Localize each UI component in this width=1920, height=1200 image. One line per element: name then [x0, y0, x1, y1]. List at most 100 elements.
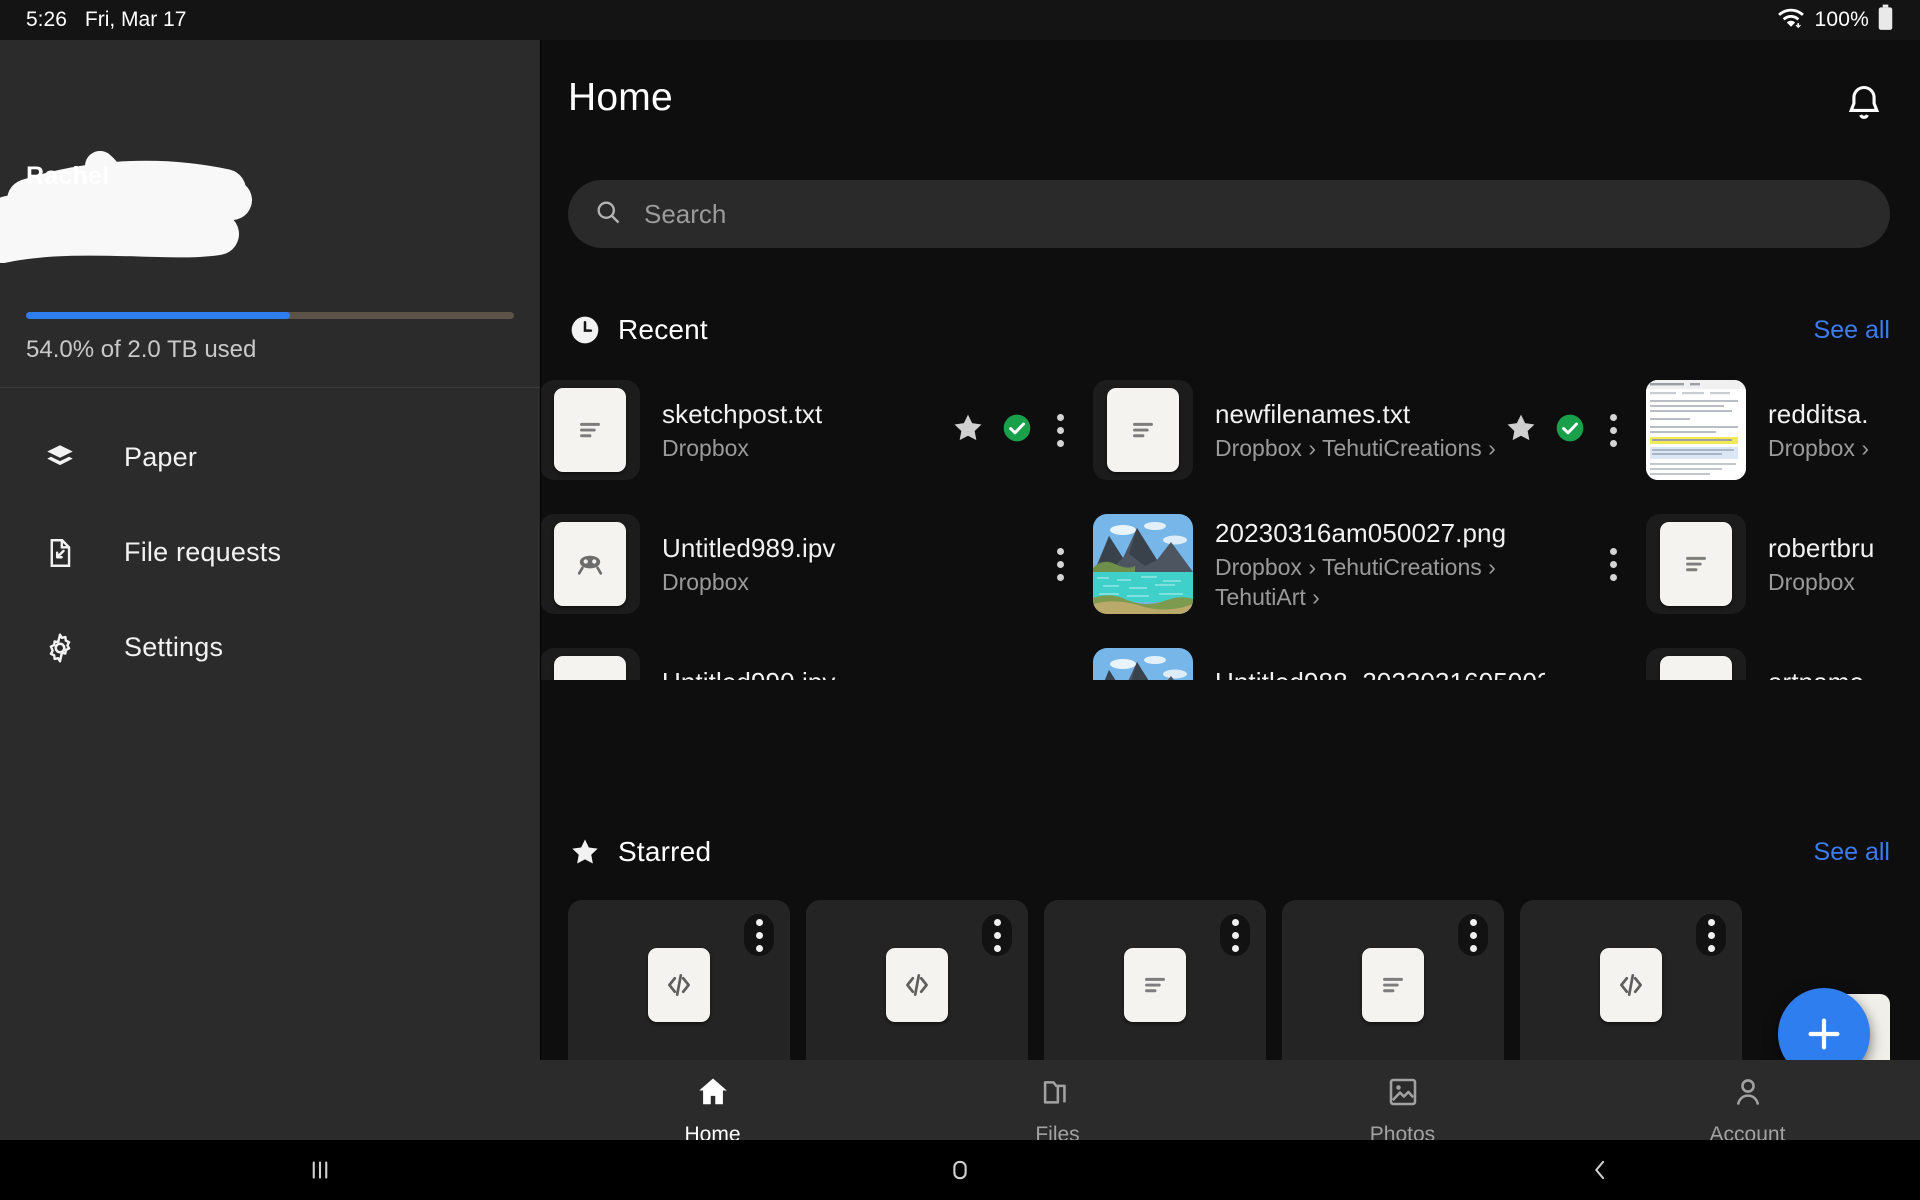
starred-card-thumbnail [806, 948, 1028, 1022]
recent-item-name: sketchpost.txt [662, 398, 823, 429]
recent-file-item[interactable]: newfilenames.txt Dropbox › TehutiCreation… [1093, 380, 1646, 480]
recent-file-item[interactable]: Untitled988_20230316050026.pngDropbox › … [1093, 648, 1646, 680]
drawer-item-label: Settings [124, 632, 224, 662]
landscape-photo [1093, 514, 1193, 614]
bottom-nav-home[interactable]: Home [540, 1074, 885, 1147]
status-date: Fri, Mar 17 [84, 8, 187, 31]
star-badge-icon[interactable] [1504, 411, 1538, 450]
bottom-nav-account[interactable]: Account [1575, 1074, 1920, 1147]
item-overflow-menu[interactable] [1598, 410, 1628, 450]
recent-item-name: Untitled988_20230316050026.png [1215, 666, 1545, 681]
recent-item-texts: sketchpost.txt Dropbox [662, 398, 992, 463]
item-overflow-menu[interactable] [1045, 544, 1075, 584]
bell-icon[interactable] [1842, 82, 1886, 126]
recent-item-name: Untitled989.ipv [662, 532, 836, 563]
starred-cards-strip [540, 900, 1920, 1075]
search-input[interactable]: Search [568, 180, 1890, 248]
recent-item-texts: newfilenames.txt Dropbox › TehutiCreation… [1215, 398, 1545, 463]
bottom-nav-photos[interactable]: Photos [1230, 1074, 1575, 1147]
recent-item-path: Dropbox [1768, 568, 1855, 595]
recent-file-item[interactable]: 20230316am050027.png Dropbox › TehutiCrea… [1093, 514, 1646, 614]
drawer-divider [0, 387, 540, 388]
recent-thumbnail [1646, 514, 1746, 614]
recent-item-texts: redditsa. Dropbox › [1768, 398, 1920, 463]
starred-card-thumbnail [1520, 948, 1742, 1022]
folder-icon [1040, 1074, 1076, 1115]
text-file-icon [1362, 948, 1424, 1022]
unknown-file-icon [554, 522, 626, 606]
text-file-icon [1660, 522, 1732, 606]
storage-progress-bar [26, 312, 514, 319]
text-file-icon [1124, 948, 1186, 1022]
recents-icon[interactable] [0, 1155, 640, 1185]
drawer-profile[interactable]: Rachel 54.0% of 2.0 TB used [0, 40, 540, 363]
recent-item-texts: artnameDropbox › [1768, 666, 1920, 681]
recent-item-path: Dropbox › TehutiCreations › [1215, 434, 1496, 461]
recent-file-item[interactable]: robertbru Dropbox [1646, 514, 1920, 614]
main-header: Home [540, 40, 1920, 158]
starred-card-thumbnail [1044, 948, 1266, 1022]
recent-item-texts: 20230316am050027.png Dropbox › TehutiCrea… [1215, 517, 1545, 612]
drawer-item-file-requests[interactable]: File requests [0, 505, 540, 600]
recent-section-header: Recent See all [568, 308, 1890, 352]
search-icon [594, 198, 622, 231]
starred-card-thumbnail [1282, 948, 1504, 1022]
code-file-icon [1600, 948, 1662, 1022]
drawer-item-paper[interactable]: Paper [0, 410, 540, 505]
navigation-drawer: Rachel 54.0% of 2.0 TB used Paper File re… [0, 40, 540, 1120]
sync-status-badge [1001, 412, 1033, 449]
battery-percent-label: 100% [1814, 8, 1869, 31]
item-badges [1504, 411, 1586, 450]
starred-card[interactable] [1282, 900, 1504, 1075]
home-square-icon[interactable] [640, 1155, 1280, 1185]
star-badge-icon[interactable] [951, 411, 985, 450]
item-overflow-menu[interactable] [1045, 410, 1075, 450]
clock-icon [568, 313, 602, 347]
status-bar-left: 5:26 Fri, Mar 17 [26, 8, 186, 32]
profile-name: Rachel [26, 162, 110, 190]
code-file-icon [648, 948, 710, 1022]
text-file-icon [1107, 388, 1179, 472]
item-overflow-menu[interactable] [1598, 544, 1628, 584]
recent-thumbnail [1093, 380, 1193, 480]
recent-item-path: Dropbox [662, 434, 749, 461]
recent-item-path: Dropbox › [1768, 434, 1869, 461]
starred-card-thumbnail [568, 948, 790, 1022]
starred-see-all-link[interactable]: See all [1814, 838, 1890, 867]
photo-icon [1385, 1074, 1421, 1115]
starred-card[interactable] [1044, 900, 1266, 1075]
recent-file-item[interactable]: redditsa. Dropbox › [1646, 380, 1920, 480]
text-file-icon [554, 388, 626, 472]
recent-item-name: Untitled990.ipv [662, 666, 992, 681]
starred-card[interactable] [1520, 900, 1742, 1075]
wifi-icon [1776, 4, 1806, 36]
recent-item-texts: Untitled989.ipv Dropbox [662, 532, 992, 597]
status-time: 5:26 [26, 8, 67, 31]
recent-files-grid: sketchpost.txt Dropbox newfilenames.txt Dro… [540, 380, 1920, 680]
battery-full-icon [1877, 4, 1894, 37]
storage-usage-label: 54.0% of 2.0 TB used [26, 336, 257, 363]
recent-thumbnail [1646, 380, 1746, 480]
recent-thumbnail [540, 380, 640, 480]
recent-section-title: Recent [618, 314, 708, 345]
drawer-item-settings[interactable]: Settings [0, 600, 540, 695]
landscape-photo [1093, 648, 1193, 680]
code-file-icon [886, 948, 948, 1022]
item-badges [951, 411, 1033, 450]
storage-progress-fill [26, 312, 290, 319]
recent-file-item[interactable]: Untitled990.ipvDropbox [540, 648, 1093, 680]
recent-file-item[interactable]: sketchpost.txt Dropbox [540, 380, 1093, 480]
starred-card[interactable] [806, 900, 1028, 1075]
recent-item-texts: robertbru Dropbox [1768, 532, 1920, 597]
app-screen: 5:26 Fri, Mar 17 100% Home Search Recent… [0, 0, 1920, 1200]
recent-thumbnail [1093, 648, 1193, 680]
back-chevron-icon[interactable] [1280, 1155, 1920, 1185]
starred-card[interactable] [568, 900, 790, 1075]
recent-file-item[interactable]: artnameDropbox › [1646, 648, 1920, 680]
recent-file-item[interactable]: Untitled989.ipv Dropbox [540, 514, 1093, 614]
item-overflow-menu[interactable] [1045, 678, 1075, 680]
item-overflow-menu[interactable] [1598, 678, 1628, 680]
recent-item-name: redditsa. [1768, 398, 1869, 429]
recent-see-all-link[interactable]: See all [1814, 316, 1890, 345]
bottom-nav-files[interactable]: Files [885, 1074, 1230, 1147]
